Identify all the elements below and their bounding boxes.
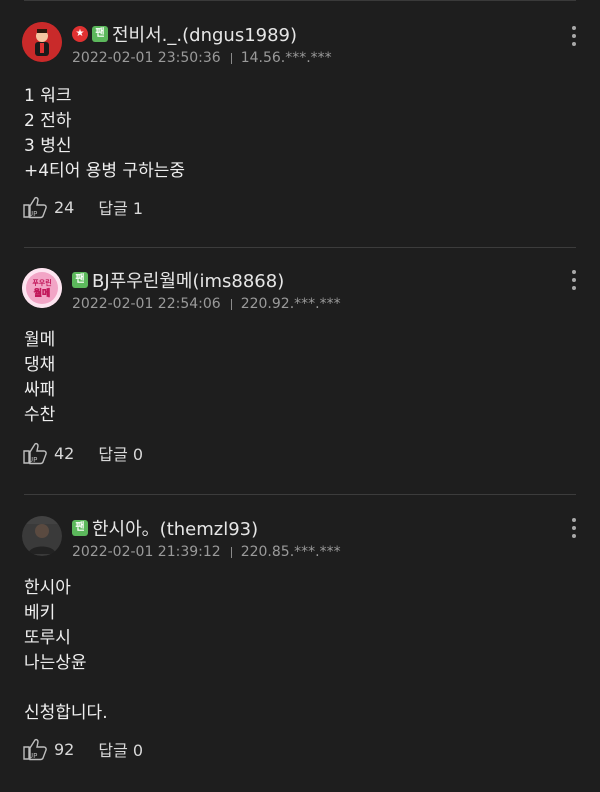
user-avatar[interactable]: 푸우린 월메	[22, 268, 62, 308]
svg-text:UP: UP	[28, 210, 37, 218]
star-badge-icon: ★	[72, 26, 88, 42]
username[interactable]: 한시아。(themzl93)	[92, 515, 258, 541]
more-options-icon[interactable]	[572, 26, 578, 50]
user-avatar[interactable]	[22, 22, 62, 62]
user-avatar[interactable]	[22, 516, 62, 556]
comment-line: 또루시	[24, 628, 71, 648]
comment-body: 월메 댕채 싸패 수찬	[24, 328, 55, 428]
comment-header: 팬 BJ푸우린월메(ims8868)	[72, 267, 284, 293]
comment-meta: 2022-02-01 22:54:06 220.92.***.***	[72, 296, 341, 312]
reply-count: 0	[132, 445, 144, 464]
comment-meta: 2022-02-01 23:50:36 14.56.***.***	[72, 50, 332, 66]
comment-header: ★ 팬 전비서._.(dngus1989)	[72, 21, 297, 47]
timestamp: 2022-02-01 22:54:06	[72, 296, 221, 312]
comment-line: 나는상윤	[24, 653, 87, 673]
thumbs-up-icon[interactable]: UP	[22, 737, 48, 761]
comment-line: 한시아	[24, 578, 71, 598]
more-options-icon[interactable]	[572, 518, 578, 542]
reply-button[interactable]: 답글 1	[98, 195, 143, 219]
meta-separator	[230, 298, 232, 310]
comment-divider	[24, 247, 576, 248]
photo-avatar-icon	[22, 516, 62, 556]
svg-text:UP: UP	[28, 752, 37, 760]
reply-button[interactable]: 답글 0	[98, 441, 143, 465]
comment-meta: 2022-02-01 21:39:12 220.85.***.***	[72, 544, 341, 560]
comment-actions: UP 24 답글 1	[22, 194, 143, 220]
fan-badge-icon: 팬	[72, 272, 88, 288]
like-count: 92	[54, 739, 75, 759]
reply-label: 답글	[98, 445, 128, 464]
comment-body: 한시아 베키 또루시 나는상윤 신청합니다.	[24, 576, 108, 726]
username[interactable]: 전비서._.(dngus1989)	[112, 21, 297, 47]
comment-line: +4티어 용병 구하는중	[24, 161, 185, 181]
timestamp: 2022-02-01 21:39:12	[72, 544, 221, 560]
comment-line: 수찬	[24, 405, 56, 425]
comment-divider	[24, 494, 576, 495]
comment-line	[24, 676, 108, 701]
comment-actions: UP 42 답글 0	[22, 440, 143, 466]
comment-line: 월메	[24, 330, 56, 350]
comment-line: 댕채	[24, 355, 56, 375]
fan-badge-icon: 팬	[72, 520, 88, 536]
ip-address: 14.56.***.***	[240, 50, 332, 66]
comment-line: 싸패	[24, 380, 56, 400]
meta-separator	[230, 52, 232, 64]
meta-separator	[230, 546, 232, 558]
comment-header: 팬 한시아。(themzl93)	[72, 515, 258, 541]
comment-actions: UP 92 답글 0	[22, 736, 143, 762]
svg-text:푸우린: 푸우린	[32, 278, 51, 287]
svg-text:월메: 월메	[34, 287, 51, 299]
reply-button[interactable]: 답글 0	[98, 737, 143, 761]
svg-text:UP: UP	[28, 456, 37, 464]
ip-address: 220.92.***.***	[240, 296, 341, 312]
top-divider	[24, 0, 576, 1]
fan-badge-icon: 팬	[92, 26, 108, 42]
thumbs-up-icon[interactable]: UP	[22, 195, 48, 219]
comment-line: 2 전하	[24, 111, 72, 131]
comment-line: 신청합니다.	[24, 703, 108, 723]
red-character-avatar-icon	[22, 22, 62, 62]
ip-address: 220.85.***.***	[240, 544, 341, 560]
reply-count: 0	[132, 741, 144, 760]
reply-label: 답글	[98, 741, 128, 760]
timestamp: 2022-02-01 23:50:36	[72, 50, 221, 66]
like-count: 24	[54, 197, 75, 217]
reply-label: 답글	[98, 199, 128, 218]
comment-line: 3 병신	[24, 136, 72, 156]
comment-line: 1 워크	[24, 86, 72, 106]
comment-line: 베키	[24, 603, 56, 623]
thumbs-up-icon[interactable]: UP	[22, 441, 48, 465]
reply-count: 1	[132, 199, 144, 218]
more-options-icon[interactable]	[572, 270, 578, 294]
pink-logo-avatar-icon: 푸우린 월메	[22, 268, 62, 308]
username[interactable]: BJ푸우린월메(ims8868)	[92, 267, 284, 293]
like-count: 42	[54, 443, 75, 463]
comment-body: 1 워크 2 전하 3 병신 +4티어 용병 구하는중	[24, 84, 185, 184]
